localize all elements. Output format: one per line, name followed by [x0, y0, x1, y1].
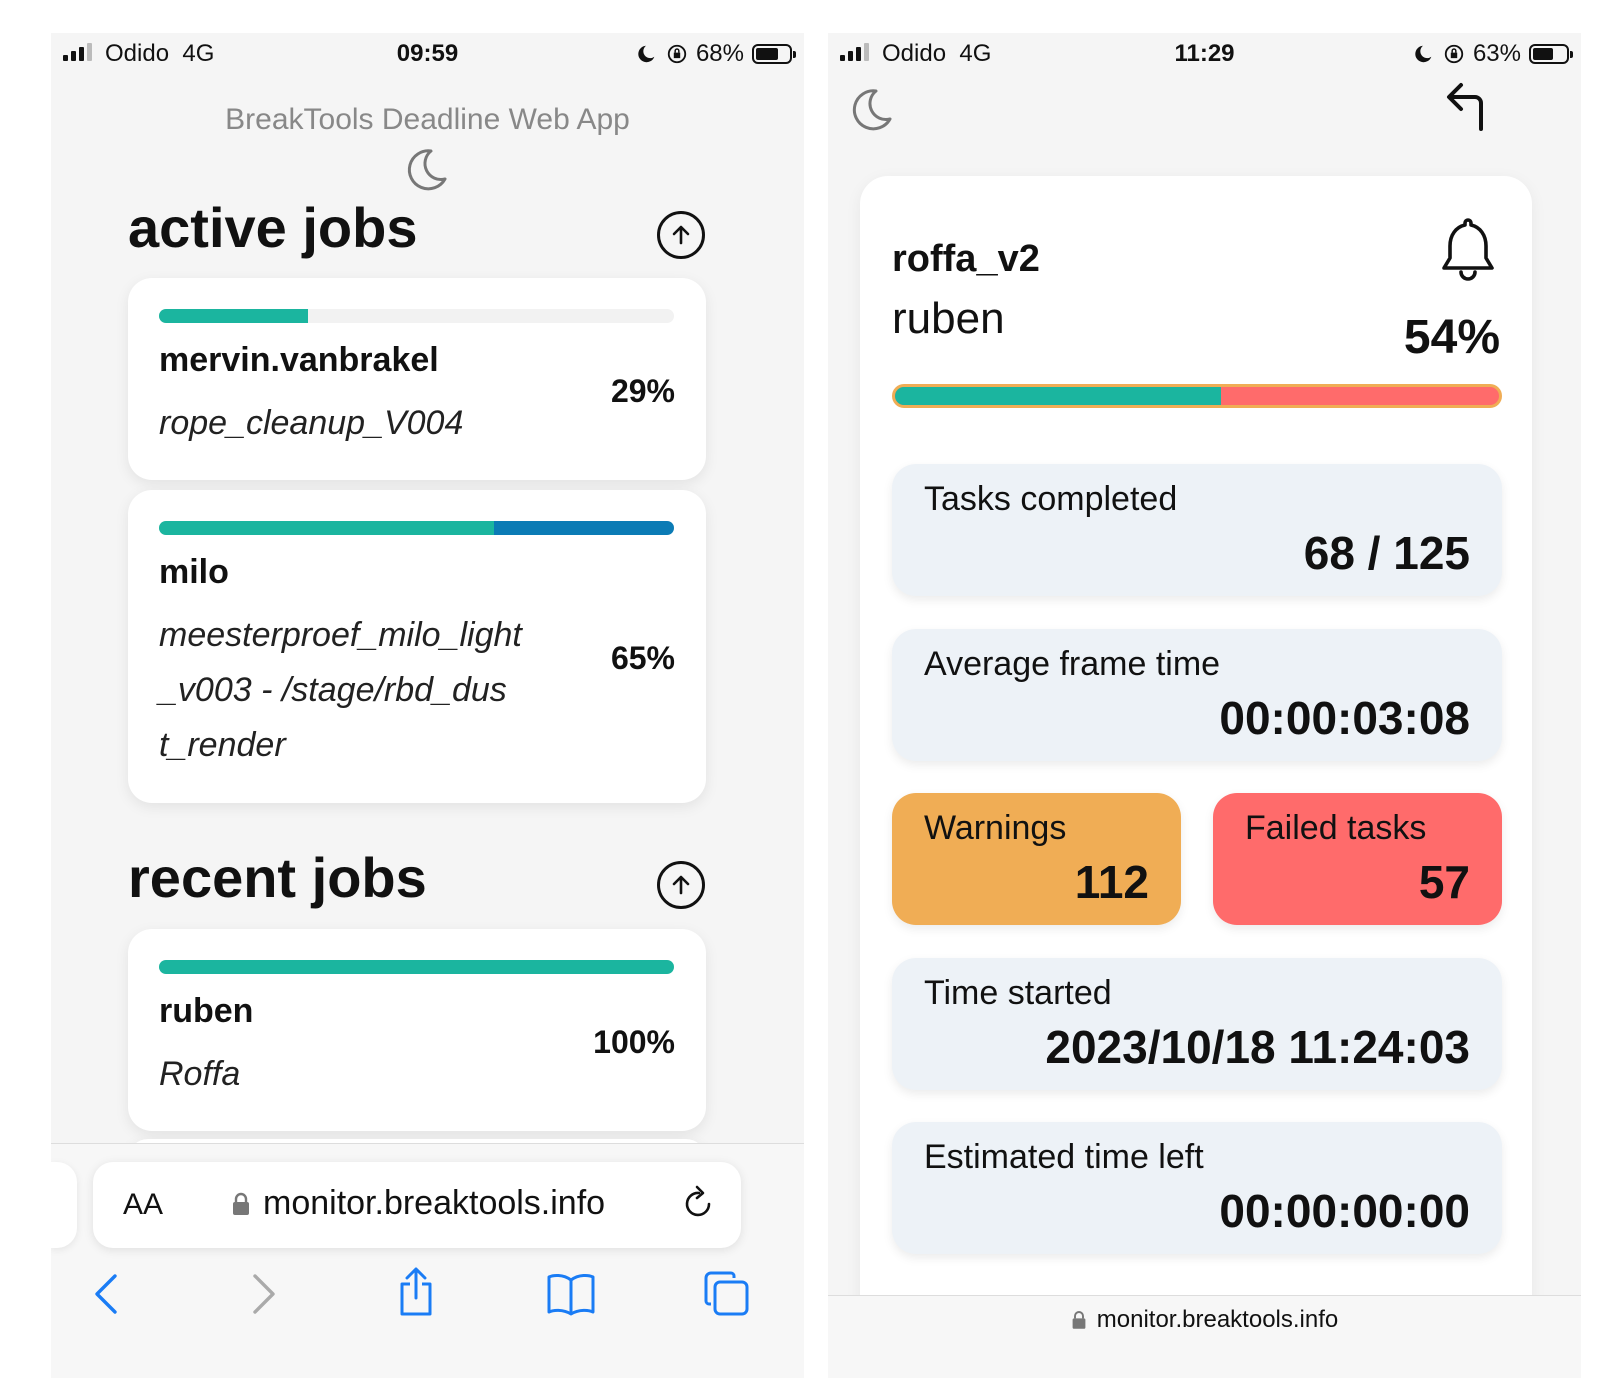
recent-jobs-heading: recent jobs — [128, 846, 427, 909]
job-user: milo — [159, 553, 229, 591]
progress-fill — [895, 387, 1222, 405]
address-bar-minimized[interactable]: monitor.breaktools.info — [828, 1295, 1581, 1378]
job-card[interactable]: mervin.vanbrakel rope_cleanup_V004 29% — [128, 278, 706, 480]
moon-icon[interactable] — [846, 85, 894, 133]
url-text: monitor.breaktools.info — [1096, 1306, 1339, 1333]
job-percent: 100% — [593, 1024, 675, 1060]
moon-status-icon — [1415, 45, 1432, 63]
text-size-button[interactable]: AA — [123, 1188, 163, 1222]
estimated-time-left-value: 00:00:00:00 — [1219, 1185, 1470, 1237]
status-bar: Odido 4G 09:59 68% — [51, 33, 804, 77]
collapse-active-button[interactable] — [657, 211, 705, 259]
orientation-lock-icon — [667, 44, 687, 64]
battery-percent: 68% — [695, 40, 744, 67]
tasks-completed-card: Tasks completed 68 / 125 — [892, 464, 1502, 596]
job-name: roffa_v2 — [892, 238, 1040, 280]
bell-icon[interactable] — [1438, 216, 1498, 282]
phone-screen-right: Odido 4G 11:29 63% roffa_v2 ruben 54% Ta… — [828, 33, 1581, 1378]
reload-icon[interactable] — [681, 1184, 717, 1224]
moon-icon[interactable] — [401, 145, 449, 193]
job-progress-bar — [892, 384, 1502, 408]
lock-icon — [1072, 1311, 1086, 1329]
tabs-icon[interactable] — [703, 1270, 751, 1318]
status-bar: Odido 4G 11:29 63% — [828, 33, 1581, 77]
progress-fill — [159, 521, 494, 535]
battery-percent: 63% — [1472, 40, 1521, 67]
address-bar[interactable]: AA monitor.breaktools.info — [93, 1162, 741, 1248]
time-started-label: Time started — [924, 974, 1112, 1012]
arrow-up-circle-icon — [672, 875, 690, 895]
estimated-time-left-label: Estimated time left — [924, 1138, 1204, 1176]
time-started-card: Time started 2023/10/18 11:24:03 — [892, 958, 1502, 1090]
job-percent: 54% — [1403, 311, 1500, 364]
collapse-recent-button[interactable] — [657, 861, 705, 909]
battery-icon — [752, 44, 796, 64]
progress-fill — [159, 960, 674, 974]
arrow-up-circle-icon — [672, 225, 690, 245]
failed-tasks-label: Failed tasks — [1245, 809, 1427, 847]
chevron-left-icon[interactable] — [91, 1272, 121, 1316]
chevron-right-icon[interactable] — [249, 1272, 279, 1316]
warnings-value: 112 — [1074, 856, 1149, 908]
job-name: Roffa — [159, 1055, 241, 1093]
bookmarks-icon[interactable] — [545, 1272, 597, 1316]
failed-tasks-value: 57 — [1418, 856, 1470, 908]
orientation-lock-icon — [1444, 44, 1464, 64]
job-name: meesterproef_milo_light _v003 - /stage/r… — [159, 616, 522, 764]
browser-toolbar: AA monitor.breaktools.info — [51, 1143, 804, 1378]
estimated-time-left-card: Estimated time left 00:00:00:00 — [892, 1122, 1502, 1254]
job-percent: 65% — [610, 640, 675, 676]
job-progress-bar — [159, 309, 674, 323]
moon-status-icon — [638, 45, 655, 63]
job-card[interactable]: milo meesterproef_milo_light _v003 - /st… — [128, 490, 706, 803]
tasks-completed-value: 68 / 125 — [1303, 527, 1470, 579]
phone-screen-left: Odido 4G 09:59 68% BreakTools Deadline W… — [51, 33, 804, 1378]
average-frame-time-value: 00:00:03:08 — [1219, 692, 1470, 744]
time-started-value: 2023/10/18 11:24:03 — [1045, 1021, 1470, 1073]
app-title: BreakTools Deadline Web App — [225, 103, 630, 136]
average-frame-time-card: Average frame time 00:00:03:08 — [892, 629, 1502, 761]
battery-icon — [1529, 44, 1573, 64]
job-card[interactable]: ruben Roffa 100% — [128, 929, 706, 1131]
warnings-label: Warnings — [924, 809, 1067, 847]
job-detail-card: roffa_v2 ruben 54% Tasks completed 68 / … — [860, 176, 1532, 1378]
failed-tasks-card[interactable]: Failed tasks 57 — [1213, 793, 1502, 925]
lock-icon — [233, 1192, 249, 1215]
job-user: mervin.vanbrakel — [159, 341, 439, 379]
tasks-completed-label: Tasks completed — [924, 480, 1178, 518]
job-user: ruben — [159, 992, 254, 1030]
average-frame-time-label: Average frame time — [924, 645, 1221, 683]
previous-tab-peek[interactable] — [51, 1162, 77, 1248]
job-progress-bar — [159, 521, 674, 535]
job-name: rope_cleanup_V004 — [159, 404, 464, 442]
job-percent: 29% — [610, 373, 675, 409]
job-progress-bar — [159, 960, 674, 974]
warnings-card[interactable]: Warnings 112 — [892, 793, 1181, 925]
back-arrow-icon[interactable] — [1443, 79, 1491, 135]
url-text: monitor.breaktools.info — [263, 1184, 606, 1222]
job-user: ruben — [892, 294, 1005, 343]
active-jobs-heading: active jobs — [128, 196, 418, 259]
progress-fill-secondary — [493, 521, 674, 535]
share-icon[interactable] — [396, 1266, 436, 1318]
progress-fill — [159, 309, 309, 323]
